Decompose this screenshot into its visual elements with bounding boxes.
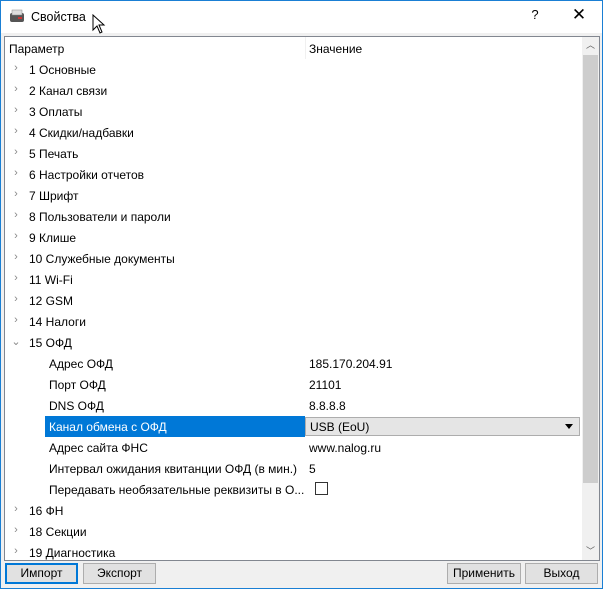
property-row[interactable]: Интервал ожидания квитанции ОФД (в мин.)…: [5, 458, 581, 479]
property-value[interactable]: www.nalog.ru: [309, 441, 381, 455]
category-label: 18 Секции: [29, 525, 87, 539]
ofd-channel-dropdown[interactable]: USB (EoU): [305, 417, 580, 436]
optional-requisites-checkbox[interactable]: [315, 482, 328, 495]
category-row[interactable]: ⌄ 15 ОФД: [5, 332, 581, 353]
category-label: 11 Wi-Fi: [29, 273, 73, 287]
category-row[interactable]: › 18 Секции: [5, 521, 581, 542]
dropdown-arrow-icon[interactable]: [565, 424, 573, 429]
column-header-value[interactable]: Значение: [309, 42, 362, 56]
category-label: 16 ФН: [29, 504, 64, 518]
expand-chevron-icon[interactable]: ›: [11, 188, 21, 200]
mouse-cursor-icon: [92, 14, 106, 34]
property-value[interactable]: 21101: [309, 378, 341, 392]
category-label: 4 Скидки/надбавки: [29, 126, 134, 140]
window-title: Свойства: [31, 10, 86, 24]
category-label: 9 Клише: [29, 231, 77, 245]
dropdown-value: USB (EoU): [310, 420, 370, 434]
expand-chevron-icon[interactable]: ›: [11, 83, 21, 95]
category-row[interactable]: › 7 Шрифт: [5, 185, 581, 206]
property-value[interactable]: 185.170.204.91: [309, 357, 392, 371]
close-button[interactable]: ✕: [565, 5, 593, 27]
property-label: Канал обмена с ОФД: [49, 420, 167, 434]
property-row[interactable]: Передавать необязательные реквизиты в О.…: [5, 479, 581, 500]
category-row[interactable]: › 4 Скидки/надбавки: [5, 122, 581, 143]
category-label: 2 Канал связи: [29, 84, 108, 98]
grid-header: Параметр Значение: [5, 37, 581, 59]
category-row[interactable]: › 8 Пользователи и пароли: [5, 206, 581, 227]
category-row[interactable]: › 3 Оплаты: [5, 101, 581, 122]
category-label: 12 GSM: [29, 294, 74, 308]
category-row[interactable]: › 1 Основные: [5, 59, 581, 80]
expand-chevron-icon[interactable]: ›: [11, 125, 21, 137]
property-label: Адрес ОФД: [49, 357, 113, 371]
property-row[interactable]: Порт ОФД 21101: [5, 374, 581, 395]
expand-chevron-icon[interactable]: ›: [11, 230, 21, 242]
category-label: 6 Настройки отчетов: [29, 168, 145, 182]
printer-app-icon: [10, 9, 24, 22]
category-row[interactable]: › 11 Wi-Fi: [5, 269, 581, 290]
property-row[interactable]: Адрес ОФД 185.170.204.91: [5, 353, 581, 374]
column-header-param[interactable]: Параметр: [9, 42, 64, 56]
category-label: 7 Шрифт: [29, 189, 79, 203]
category-label: 5 Печать: [29, 147, 79, 161]
property-value[interactable]: 8.8.8.8: [309, 399, 346, 413]
title-bar: Свойства ? ✕: [1, 1, 602, 34]
category-row[interactable]: › 19 Диагностика: [5, 542, 581, 560]
apply-button[interactable]: Применить: [447, 563, 521, 584]
expand-chevron-icon[interactable]: ›: [11, 251, 21, 263]
expand-chevron-icon[interactable]: ›: [11, 314, 21, 326]
category-label: 15 ОФД: [29, 336, 72, 350]
category-row[interactable]: › 16 ФН: [5, 500, 581, 521]
expand-chevron-icon[interactable]: ›: [11, 272, 21, 284]
category-row[interactable]: › 5 Печать: [5, 143, 581, 164]
expand-chevron-icon[interactable]: ›: [11, 146, 21, 158]
scroll-down-icon[interactable]: ﹀: [582, 543, 599, 560]
property-label: Интервал ожидания квитанции ОФД (в мин.): [49, 462, 298, 476]
expand-chevron-icon[interactable]: ›: [11, 545, 21, 557]
property-label: Порт ОФД: [49, 378, 106, 392]
category-label: 10 Служебные документы: [29, 252, 175, 266]
property-label: Адрес сайта ФНС: [49, 441, 148, 455]
property-label: DNS ОФД: [49, 399, 104, 413]
expand-chevron-icon[interactable]: ›: [11, 503, 21, 515]
expand-chevron-icon[interactable]: ›: [11, 104, 21, 116]
expand-chevron-icon[interactable]: ›: [11, 524, 21, 536]
help-button[interactable]: ?: [521, 7, 549, 27]
category-row[interactable]: › 14 Налоги: [5, 311, 581, 332]
property-value[interactable]: 5: [309, 462, 316, 476]
property-row[interactable]: Адрес сайта ФНС www.nalog.ru: [5, 437, 581, 458]
category-label: 8 Пользователи и пароли: [29, 210, 171, 224]
export-button[interactable]: Экспорт: [83, 563, 156, 584]
category-label: 1 Основные: [29, 63, 96, 77]
category-label: 14 Налоги: [29, 315, 86, 329]
category-row[interactable]: › 6 Настройки отчетов: [5, 164, 581, 185]
property-row[interactable]: Канал обмена с ОФД USB (EoU): [5, 416, 581, 437]
expand-chevron-icon[interactable]: ›: [11, 209, 21, 221]
category-label: 3 Оплаты: [29, 105, 83, 119]
collapse-chevron-icon[interactable]: ⌄: [11, 335, 21, 348]
scroll-up-icon[interactable]: ︿: [582, 37, 599, 54]
vertical-scrollbar[interactable]: ︿ ﹀: [582, 37, 599, 560]
exit-button[interactable]: Выход: [525, 563, 598, 584]
property-grid: Параметр Значение › 1 Основные › 2 Канал св…: [4, 36, 600, 561]
expand-chevron-icon[interactable]: ›: [11, 62, 21, 74]
category-row[interactable]: › 2 Канал связи: [5, 80, 581, 101]
category-row[interactable]: › 9 Клише: [5, 227, 581, 248]
category-row[interactable]: › 10 Служебные документы: [5, 248, 581, 269]
category-label: 19 Диагностика: [29, 546, 116, 560]
import-button[interactable]: Импорт: [5, 563, 78, 584]
scrollbar-thumb[interactable]: [583, 55, 598, 483]
properties-window: Свойства ? ✕ Параметр Значение › 1 Основн…: [0, 0, 603, 589]
category-row[interactable]: › 12 GSM: [5, 290, 581, 311]
expand-chevron-icon[interactable]: ›: [11, 293, 21, 305]
property-label: Передавать необязательные реквизиты в О.…: [49, 483, 305, 497]
expand-chevron-icon[interactable]: ›: [11, 167, 21, 179]
property-row[interactable]: DNS ОФД 8.8.8.8: [5, 395, 581, 416]
column-divider[interactable]: [305, 37, 306, 59]
